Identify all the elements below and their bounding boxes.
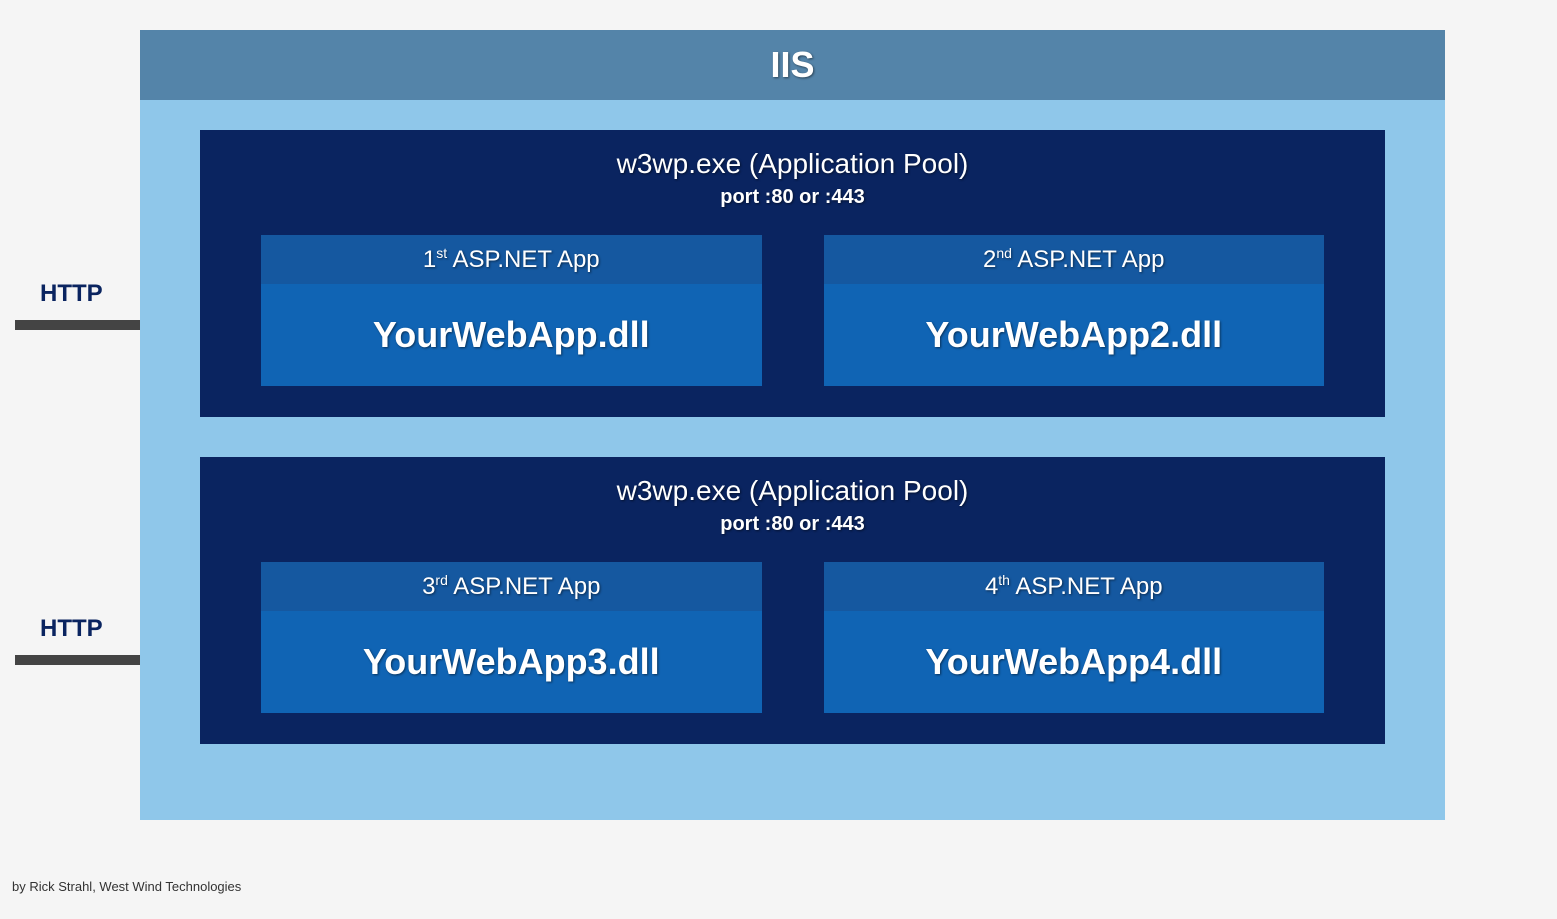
- pool-port: port :80 or :443: [260, 186, 1325, 209]
- iis-container: IIS w3wp.exe (Application Pool) port :80…: [140, 30, 1445, 820]
- app-header: 1st ASP.NET App: [261, 235, 762, 284]
- app-header: 4th ASP.NET App: [824, 562, 1325, 611]
- apps-row: 3rd ASP.NET App YourWebApp3.dll 4th ASP.…: [260, 561, 1325, 714]
- app-header: 3rd ASP.NET App: [261, 562, 762, 611]
- app-box: 1st ASP.NET App YourWebApp.dll: [260, 234, 763, 387]
- app-dll: YourWebApp2.dll: [824, 284, 1325, 386]
- pool-port: port :80 or :443: [260, 513, 1325, 536]
- app-pool-2: w3wp.exe (Application Pool) port :80 or …: [200, 457, 1385, 744]
- credit-text: by Rick Strahl, West Wind Technologies: [12, 879, 241, 894]
- app-dll: YourWebApp.dll: [261, 284, 762, 386]
- app-dll: YourWebApp3.dll: [261, 611, 762, 713]
- pool-title: w3wp.exe (Application Pool): [260, 475, 1325, 507]
- app-dll: YourWebApp4.dll: [824, 611, 1325, 713]
- app-box: 2nd ASP.NET App YourWebApp2.dll: [823, 234, 1326, 387]
- app-box: 3rd ASP.NET App YourWebApp3.dll: [260, 561, 763, 714]
- apps-row: 1st ASP.NET App YourWebApp.dll 2nd ASP.N…: [260, 234, 1325, 387]
- pools-wrapper: w3wp.exe (Application Pool) port :80 or …: [140, 100, 1445, 774]
- http-label-1: HTTP: [40, 280, 103, 308]
- pool-title: w3wp.exe (Application Pool): [260, 148, 1325, 180]
- app-header: 2nd ASP.NET App: [824, 235, 1325, 284]
- app-pool-1: w3wp.exe (Application Pool) port :80 or …: [200, 130, 1385, 417]
- app-box: 4th ASP.NET App YourWebApp4.dll: [823, 561, 1326, 714]
- iis-title: IIS: [140, 30, 1445, 100]
- http-label-2: HTTP: [40, 615, 103, 643]
